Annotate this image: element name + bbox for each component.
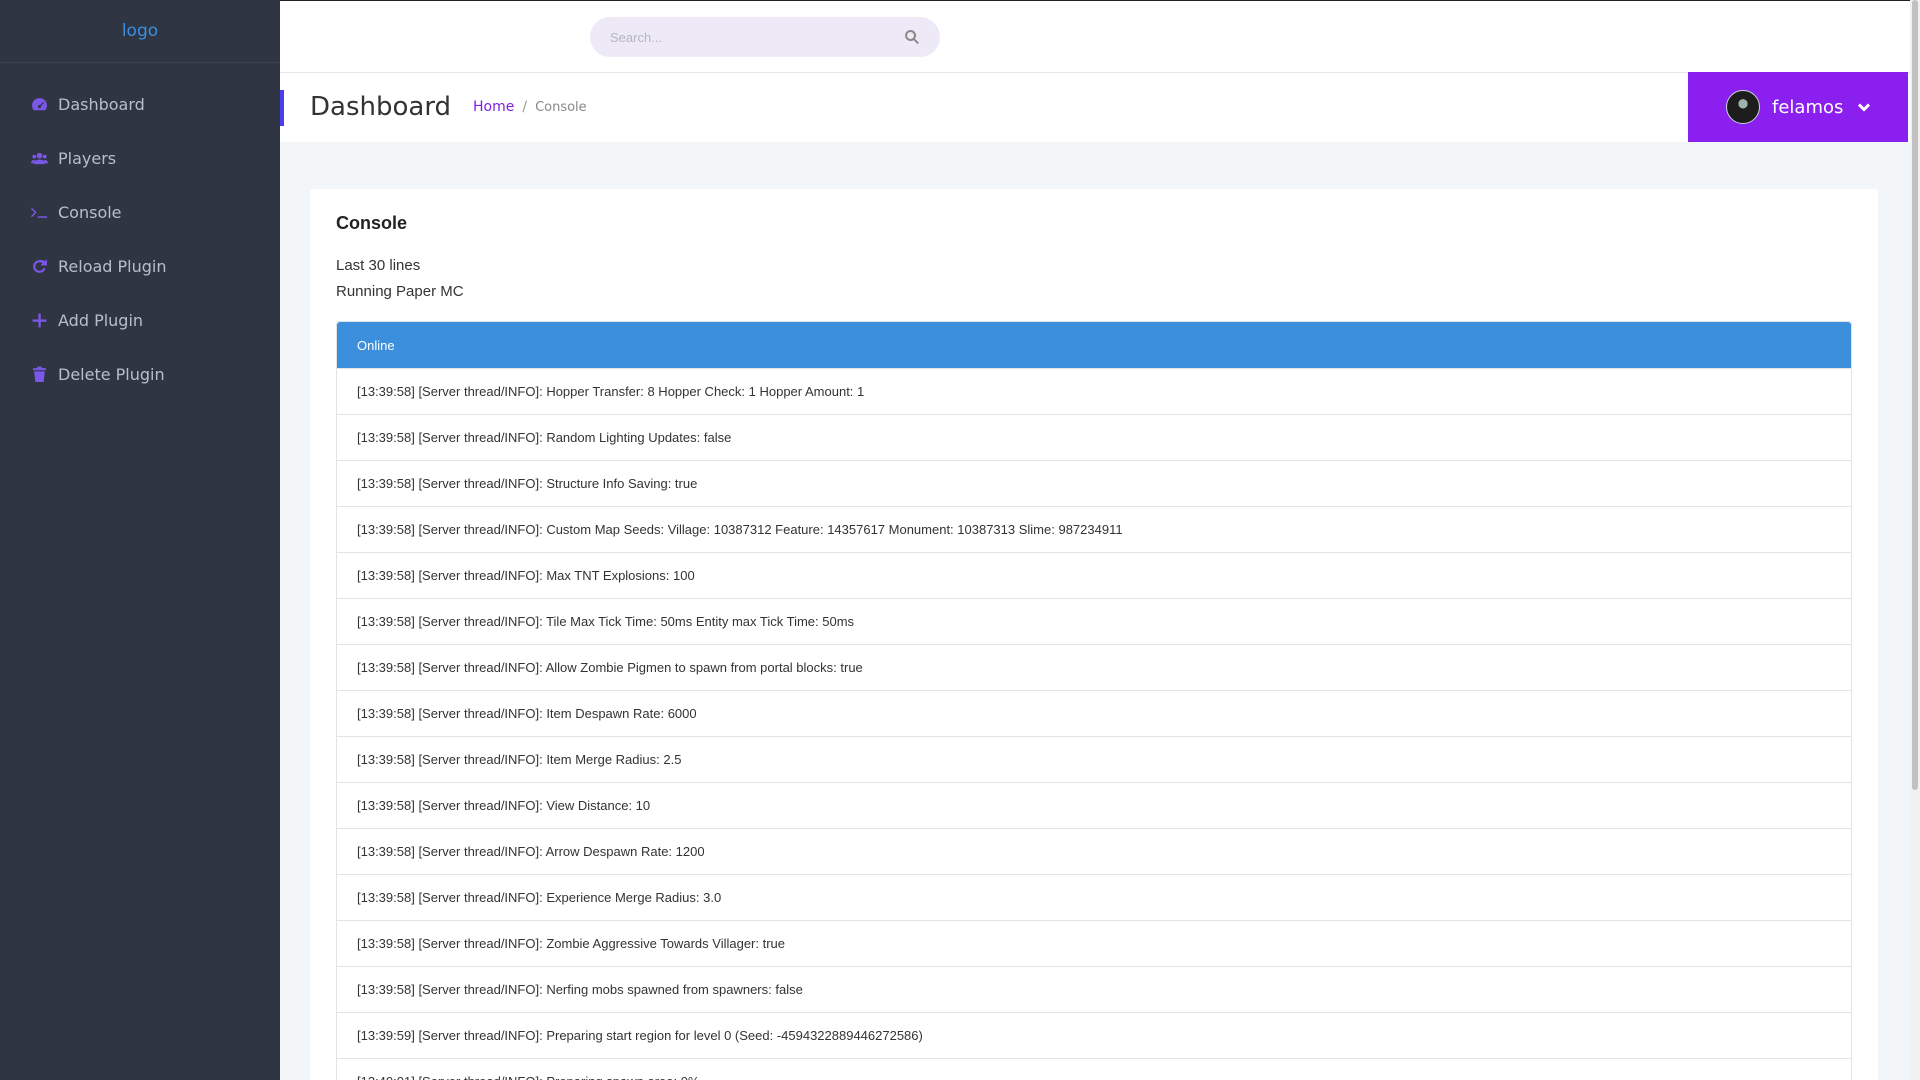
logo-area: logo: [0, 0, 280, 63]
log-line: [13:39:58] [Server thread/INFO]: Zombie …: [337, 920, 1851, 966]
sidebar-item-add-plugin[interactable]: Add Plugin: [0, 293, 280, 347]
sidebar-item-console[interactable]: Console: [0, 185, 280, 239]
accent-bar: [280, 90, 284, 126]
page-title: Dashboard: [310, 92, 452, 122]
log-line: [13:39:58] [Server thread/INFO]: Nerfing…: [337, 966, 1851, 1012]
sidebar-item-label: Add Plugin: [58, 310, 144, 330]
log-line: [13:39:58] [Server thread/INFO]: Arrow D…: [337, 828, 1851, 874]
log-line: [13:39:58] [Server thread/INFO]: Custom …: [337, 506, 1851, 552]
sidebar-item-label: Console: [58, 202, 122, 222]
trash-icon: [30, 365, 48, 383]
search-input[interactable]: [610, 29, 904, 45]
console-card: Console Last 30 lines Running Paper MC O…: [310, 189, 1878, 1080]
sidebar-item-label: Delete Plugin: [58, 364, 165, 384]
avatar: [1726, 90, 1760, 124]
page-header: Dashboard Home / Console: [280, 72, 1910, 142]
search-icon[interactable]: [904, 29, 920, 45]
reload-icon: [30, 257, 48, 275]
log-line: [13:39:58] [Server thread/INFO]: Allow Z…: [337, 644, 1851, 690]
log-line: [13:40:01] [Server thread/INFO]: Prepari…: [337, 1058, 1851, 1080]
sidebar-item-label: Players: [58, 148, 117, 168]
logo[interactable]: logo: [122, 21, 158, 41]
console-log: Online [13:39:58] [Server thread/INFO]: …: [336, 321, 1852, 1080]
log-rows: [13:39:58] [Server thread/INFO]: Hopper …: [337, 368, 1851, 1080]
sidebar-item-players[interactable]: Players: [0, 131, 280, 185]
sidebar-nav: Dashboard Players Console Reload Plugin …: [0, 77, 280, 401]
breadcrumb-separator: /: [522, 99, 528, 115]
chevron-down-icon: [1857, 100, 1871, 114]
users-icon: [30, 149, 48, 167]
log-line: [13:39:58] [Server thread/INFO]: Hopper …: [337, 368, 1851, 414]
log-line: [13:39:58] [Server thread/INFO]: Structu…: [337, 460, 1851, 506]
log-line: [13:39:58] [Server thread/INFO]: Tile Ma…: [337, 598, 1851, 644]
log-line: [13:39:59] [Server thread/INFO]: Prepari…: [337, 1012, 1851, 1058]
log-line: [13:39:58] [Server thread/INFO]: Experie…: [337, 874, 1851, 920]
sidebar-item-label: Dashboard: [58, 94, 145, 114]
breadcrumb-current: Console: [535, 99, 587, 115]
sidebar: logo Dashboard Players Console Reload Pl…: [0, 0, 280, 1080]
lines-info: Last 30 lines: [336, 257, 421, 274]
sidebar-item-delete-plugin[interactable]: Delete Plugin: [0, 347, 280, 401]
log-line: [13:39:58] [Server thread/INFO]: Item Me…: [337, 736, 1851, 782]
status-header: Online: [337, 322, 1851, 368]
breadcrumb-home-link[interactable]: Home: [473, 99, 514, 115]
card-title: Console: [336, 213, 408, 233]
tachometer-icon: [30, 95, 48, 113]
user-menu-button[interactable]: felamos: [1688, 72, 1908, 142]
scrollbar-thumb[interactable]: [1912, 0, 1918, 790]
plus-icon: [30, 311, 48, 329]
top-bar: [280, 0, 1910, 72]
terminal-icon: [30, 203, 48, 221]
sidebar-item-reload-plugin[interactable]: Reload Plugin: [0, 239, 280, 293]
breadcrumb: Home / Console: [473, 99, 587, 115]
sidebar-item-label: Reload Plugin: [58, 256, 167, 276]
log-line: [13:39:58] [Server thread/INFO]: Item De…: [337, 690, 1851, 736]
user-name: felamos: [1772, 96, 1844, 118]
log-line: [13:39:58] [Server thread/INFO]: View Di…: [337, 782, 1851, 828]
sidebar-item-dashboard[interactable]: Dashboard: [0, 77, 280, 131]
server-info: Running Paper MC: [336, 283, 464, 300]
page-scrollbar[interactable]: [1910, 0, 1920, 1080]
log-line: [13:39:58] [Server thread/INFO]: Random …: [337, 414, 1851, 460]
search-box: [590, 17, 940, 57]
log-line: [13:39:58] [Server thread/INFO]: Max TNT…: [337, 552, 1851, 598]
